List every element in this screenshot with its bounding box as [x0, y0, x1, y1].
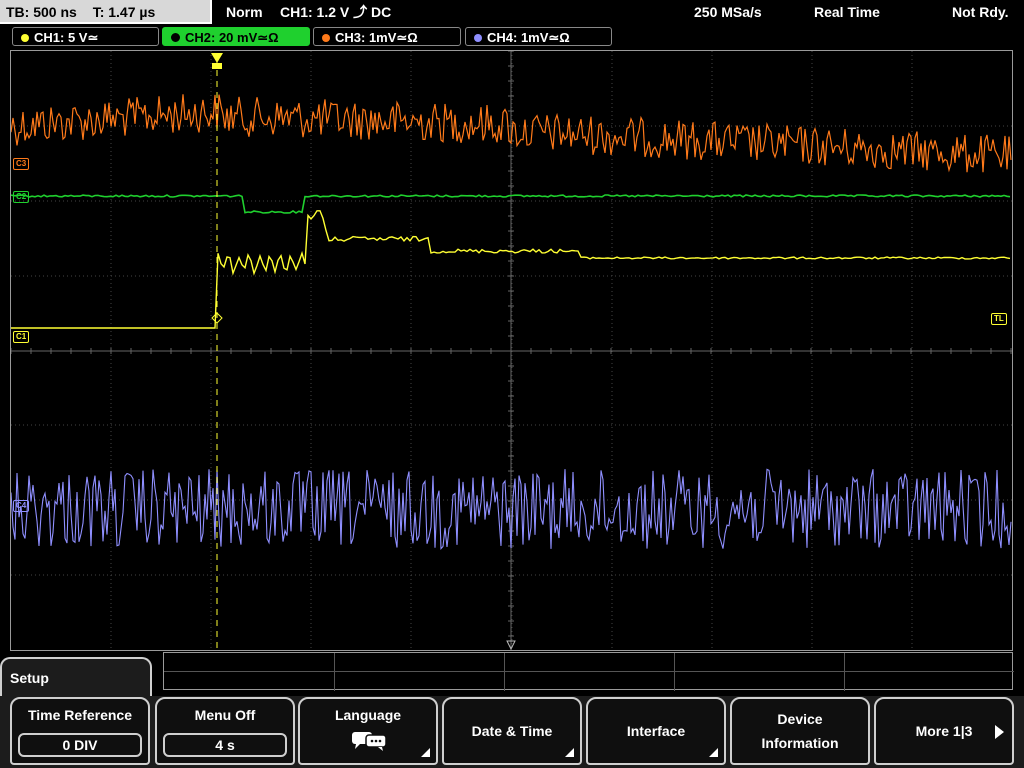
menu-off-softkey[interactable]: Menu Off 4 s [155, 697, 295, 765]
language-softkey[interactable]: Language [298, 697, 438, 765]
channel-4-offset-marker[interactable]: C4 [13, 500, 30, 512]
waveform-display[interactable]: C3 C2 C1 C4 TL [10, 50, 1013, 651]
language-label: Language [334, 707, 402, 723]
time-reference-value: 0 DIV [18, 733, 142, 757]
acquisition-mode[interactable]: Real Time [814, 0, 880, 24]
submenu-indicator-icon [565, 748, 574, 757]
channel-2-label: CH2: 20 mV≃Ω [185, 30, 279, 45]
zoom-area [163, 652, 1014, 691]
channel-1-dot-icon [21, 33, 29, 42]
timebase-box[interactable]: TB: 500 ns T: 1.47 µs [0, 0, 212, 24]
more-softkey[interactable]: More 1|3 [874, 697, 1014, 765]
interface-softkey[interactable]: Interface [586, 697, 726, 765]
channel-1-label: CH1: 5 V≃ [34, 30, 99, 45]
channel-2-tab[interactable]: CH2: 20 mV≃Ω [162, 27, 310, 46]
trigger-position-icon [211, 53, 223, 63]
channel-3-label: CH3: 1mV≃Ω [335, 30, 418, 45]
menu-off-value: 4 s [163, 733, 287, 757]
device-information-softkey[interactable]: Device Information [730, 697, 870, 765]
channel-4-label: CH4: 1mV≃Ω [487, 30, 570, 45]
channel-3-tab[interactable]: CH3: 1mV≃Ω [313, 27, 461, 46]
speech-bubble-icon [352, 732, 387, 751]
menu-title: Setup [0, 657, 152, 697]
status-bar: TB: 500 ns T: 1.47 µs Norm CH1: 1.2 V ⤴ … [0, 0, 1024, 26]
more-label: More 1|3 [915, 723, 973, 739]
date-time-label: Date & Time [471, 723, 553, 739]
trigger-level-marker[interactable]: TL [991, 313, 1007, 325]
timebase-value: TB: 500 ns [6, 4, 77, 20]
channel-3-offset-marker[interactable]: C3 [13, 158, 30, 170]
sample-rate: 250 MSa/s [694, 4, 762, 20]
menu-off-label: Menu Off [194, 707, 256, 723]
submenu-indicator-icon [421, 748, 430, 757]
time-reference-label: Time Reference [27, 707, 132, 723]
trigger-position-marker [212, 63, 222, 69]
acquisition-status: Not Rdy. [952, 4, 1009, 20]
date-time-softkey[interactable]: Date & Time [442, 697, 582, 765]
device-information-label: Device Information [761, 711, 839, 751]
time-reference-softkey[interactable]: Time Reference 0 DIV [10, 697, 150, 765]
channel-4-dot-icon [474, 33, 482, 42]
waveform-grid [11, 51, 1012, 650]
channel-1-tab[interactable]: CH1: 5 V≃ [12, 27, 159, 46]
channel-4-tab[interactable]: CH4: 1mV≃Ω [465, 27, 612, 46]
channel-2-dot-icon [171, 33, 180, 43]
next-page-arrow-icon [995, 725, 1004, 739]
channel-1-offset-marker[interactable]: C1 [13, 331, 30, 343]
submenu-indicator-icon [709, 748, 718, 757]
channel-2-offset-marker[interactable]: C2 [13, 191, 30, 203]
trigger-time-value: T: 1.47 µs [92, 4, 156, 20]
interface-label: Interface [626, 723, 686, 739]
channel-3-dot-icon [322, 33, 330, 42]
trigger-info[interactable]: CH1: 1.2 V ⤴ DC [280, 0, 391, 24]
trigger-mode[interactable]: Norm [226, 0, 263, 24]
